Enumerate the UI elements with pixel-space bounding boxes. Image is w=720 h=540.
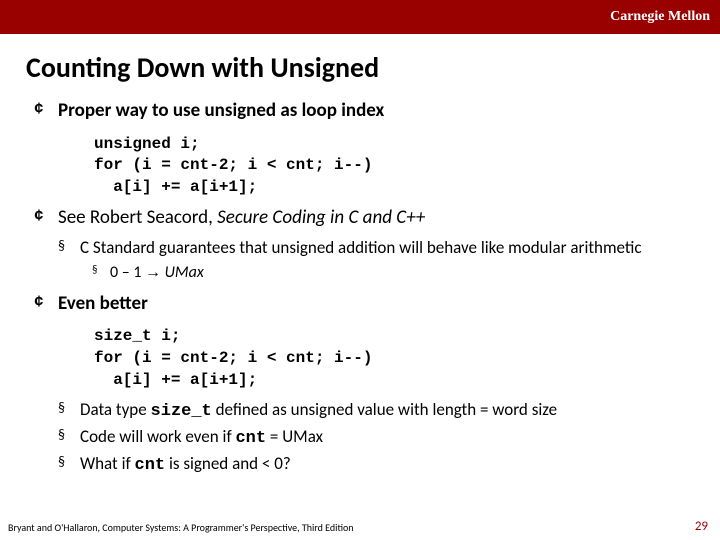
bullet2-icon: § [58, 426, 80, 445]
footer-citation: Bryant and O'Hallaron, Computer Systems:… [8, 521, 354, 534]
bullet-text: Data type size_t defined as unsigned val… [80, 399, 557, 424]
book-title: Secure Coding in C and C++ [217, 206, 425, 229]
bullet3-icon: § [92, 262, 110, 279]
bullet1-icon: ¢ [34, 99, 58, 120]
text-part: UMax [161, 263, 204, 282]
page-number: 29 [695, 519, 708, 534]
bullet-even-better: ¢ Even better [34, 292, 694, 317]
text-part: = UMax [266, 426, 323, 447]
bullet-text: C Standard guarantees that unsigned addi… [80, 237, 642, 260]
text-part: 0 – 1 [110, 263, 145, 282]
bullet1-icon: ¢ [34, 206, 58, 227]
bullet2-icon: § [58, 399, 80, 418]
text-part: Data type [80, 399, 151, 420]
bullet-proper-way: ¢ Proper way to use unsigned as loop ind… [34, 99, 694, 124]
bullet-text: 0 – 1 → UMax [110, 262, 204, 284]
bullet-cnt-umax: § Code will work even if cnt = UMax [34, 426, 694, 451]
bullet-text: See Robert Seacord, Secure Coding in C a… [58, 206, 425, 231]
bullet-text: What if cnt is signed and < 0? [80, 453, 291, 478]
text-part: See Robert Seacord, [58, 206, 217, 229]
code-inline: cnt [235, 429, 266, 448]
code-inline: cnt [135, 456, 166, 475]
text-part: What if [80, 453, 135, 474]
bullet-text: Even better [58, 292, 148, 317]
slide-title: Counting Down with Unsigned [0, 34, 720, 99]
brand-label: Carnegie Mellon [610, 9, 710, 25]
bullet-umax: § 0 – 1 → UMax [34, 262, 694, 284]
bullet-cnt-signed: § What if cnt is signed and < 0? [34, 453, 694, 478]
text-part: is signed and < 0? [165, 453, 291, 474]
slide-content: ¢ Proper way to use unsigned as loop ind… [0, 99, 720, 478]
bullet1-icon: ¢ [34, 292, 58, 313]
bullet-text: Code will work even if cnt = UMax [80, 426, 323, 451]
bullet2-icon: § [58, 237, 80, 256]
bullet-text: Proper way to use unsigned as loop index [58, 99, 384, 124]
bullet-sizet: § Data type size_t defined as unsigned v… [34, 399, 694, 424]
bullet-seacord: ¢ See Robert Seacord, Secure Coding in C… [34, 206, 694, 231]
bullet2-icon: § [58, 453, 80, 472]
code-block-1: unsigned i; for (i = cnt-2; i < cnt; i--… [34, 130, 694, 207]
top-bar: Carnegie Mellon [0, 0, 720, 34]
arrow-icon: → [145, 264, 161, 281]
text-part: defined as unsigned value with length = … [212, 399, 557, 420]
code-block-2: size_t i; for (i = cnt-2; i < cnt; i--) … [34, 322, 694, 399]
bullet-c-standard: § C Standard guarantees that unsigned ad… [34, 237, 694, 260]
text-part: Code will work even if [80, 426, 235, 447]
code-inline: size_t [151, 402, 212, 421]
